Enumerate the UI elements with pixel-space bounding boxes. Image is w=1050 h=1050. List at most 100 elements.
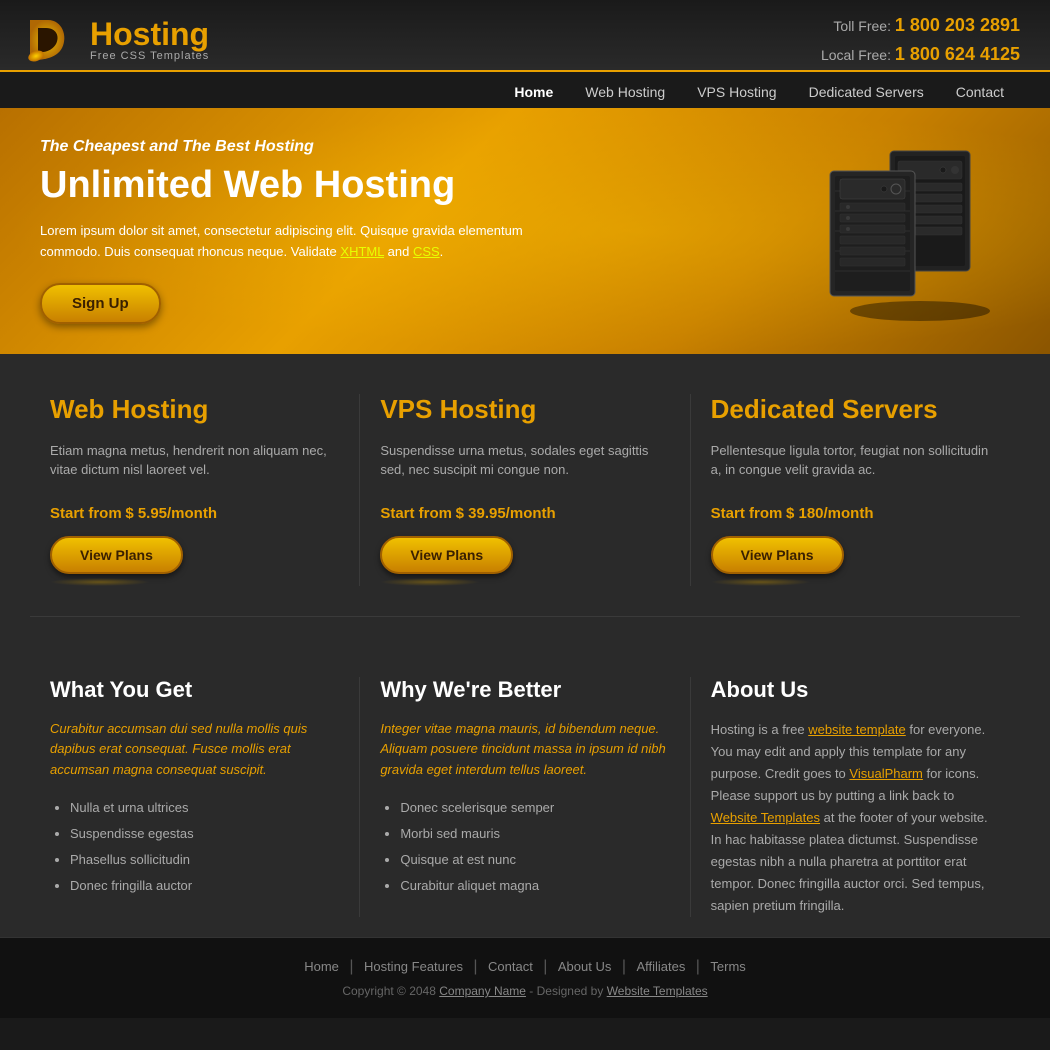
hero-desc-text: Lorem ipsum dolor sit amet, consectetur … <box>40 223 523 259</box>
toll-free-line: Toll Free: 1 800 203 2891 <box>821 11 1020 40</box>
website-templates-link[interactable]: Website Templates <box>711 810 820 825</box>
nav-vps-hosting[interactable]: VPS Hosting <box>681 76 792 108</box>
xhtml-link[interactable]: XHTML <box>340 244 384 259</box>
vps-hosting-plan: VPS Hosting Suspendisse urna metus, soda… <box>360 394 690 586</box>
vps-hosting-price-label: Start from <box>380 505 452 522</box>
button-reflection <box>50 578 150 586</box>
footer-link-contact[interactable]: Contact <box>488 959 533 974</box>
list-item: Nulla et urna ultrices <box>70 795 339 821</box>
about-us-section: About Us Hosting is a free website templ… <box>691 677 1020 918</box>
footer-link-affiliates[interactable]: Affiliates <box>636 959 685 974</box>
website-templates-footer-link[interactable]: Website Templates <box>607 984 708 998</box>
nav: Home Web Hosting VPS Hosting Dedicated S… <box>0 76 1050 108</box>
why-better-italic: Integer vitae magna mauris, id bibendum … <box>380 719 669 781</box>
nav-dedicated-servers[interactable]: Dedicated Servers <box>793 76 940 108</box>
dedicated-servers-price: Start from $ 180/month <box>711 505 1000 522</box>
vps-hosting-price-value: $ 39.95/month <box>456 505 556 522</box>
local-free-label: Local Free: <box>821 47 891 63</box>
list-item: Phasellus sollicitudin <box>70 847 339 873</box>
nav-web-hosting[interactable]: Web Hosting <box>569 76 681 108</box>
why-better-section: Why We're Better Integer vitae magna mau… <box>360 677 690 918</box>
list-item: Donec fringilla auctor <box>70 873 339 899</box>
vps-hosting-price: Start from $ 39.95/month <box>380 505 669 522</box>
why-better-list: Donec scelerisque semper Morbi sed mauri… <box>380 795 669 899</box>
about-us-title: About Us <box>711 677 1000 703</box>
and-text: and <box>388 244 410 259</box>
web-hosting-price-label: Start from <box>50 505 122 522</box>
web-hosting-plan: Web Hosting Etiam magna metus, hendrerit… <box>30 394 360 586</box>
dedicated-servers-price-label: Start from <box>711 505 783 522</box>
footer-separator: | <box>349 958 358 975</box>
what-you-get-section: What You Get Curabitur accumsan dui sed … <box>30 677 360 918</box>
about-text-1: Hosting is a free <box>711 722 809 737</box>
web-hosting-price: Start from $ 5.95/month <box>50 505 339 522</box>
footer-link-hosting-features[interactable]: Hosting Features <box>364 959 463 974</box>
hero-title: Unlimited Web Hosting <box>40 164 790 207</box>
footer-link-terms[interactable]: Terms <box>710 959 745 974</box>
nav-contact[interactable]: Contact <box>940 76 1020 108</box>
toll-free-number: 1 800 203 2891 <box>895 15 1020 35</box>
list-item: Quisque at est nunc <box>400 847 669 873</box>
main-content: Web Hosting Etiam magna metus, hendrerit… <box>0 354 1050 938</box>
logo-icon <box>20 10 80 70</box>
footer: Home | Hosting Features | Contact | Abou… <box>0 937 1050 1018</box>
list-item: Suspendisse egestas <box>70 821 339 847</box>
about-text-4: at the footer of your website. In hac ha… <box>711 810 988 913</box>
hero-content: The Cheapest and The Best Hosting Unlimi… <box>40 138 790 324</box>
logo-area: Hosting Free CSS Templates <box>20 10 209 70</box>
period: . <box>440 244 444 259</box>
info-sections: What You Get Curabitur accumsan dui sed … <box>30 657 1020 918</box>
web-hosting-view-plans-button[interactable]: View Plans <box>50 536 183 574</box>
logo-subtitle: Free CSS Templates <box>90 50 209 62</box>
footer-separator: | <box>622 958 631 975</box>
hero-description: Lorem ipsum dolor sit amet, consectetur … <box>40 221 540 263</box>
dedicated-servers-title: Dedicated Servers <box>711 394 1000 425</box>
company-name-link[interactable]: Company Name <box>439 984 526 998</box>
list-item: Morbi sed mauris <box>400 821 669 847</box>
website-template-link[interactable]: website template <box>808 722 906 737</box>
web-hosting-price-value: $ 5.95/month <box>125 505 217 522</box>
footer-link-home[interactable]: Home <box>304 959 339 974</box>
why-better-title: Why We're Better <box>380 677 669 703</box>
footer-links: Home | Hosting Features | Contact | Abou… <box>20 958 1030 976</box>
button-reflection <box>711 578 811 586</box>
local-free-line: Local Free: 1 800 624 4125 <box>821 40 1020 69</box>
vps-hosting-desc: Suspendisse urna metus, sodales eget sag… <box>380 441 669 491</box>
logo-title: Hosting <box>90 18 209 50</box>
footer-link-about-us[interactable]: About Us <box>558 959 611 974</box>
about-us-text: Hosting is a free website template for e… <box>711 719 1000 918</box>
nav-home[interactable]: Home <box>498 76 569 108</box>
hero-tagline: The Cheapest and The Best Hosting <box>40 138 790 156</box>
visualpharm-link[interactable]: VisualPharm <box>849 766 922 781</box>
plans-section: Web Hosting Etiam magna metus, hendrerit… <box>30 394 1020 617</box>
footer-separator: | <box>473 958 482 975</box>
vps-hosting-title: VPS Hosting <box>380 394 669 425</box>
dedicated-servers-view-plans-button[interactable]: View Plans <box>711 536 844 574</box>
server-image <box>790 141 1010 321</box>
button-reflection <box>380 578 480 586</box>
footer-separator: | <box>696 958 705 975</box>
local-free-number: 1 800 624 4125 <box>895 44 1020 64</box>
header: Hosting Free CSS Templates Toll Free: 1 … <box>0 0 1050 72</box>
web-hosting-desc: Etiam magna metus, hendrerit non aliquam… <box>50 441 339 491</box>
list-item: Donec scelerisque semper <box>400 795 669 821</box>
dedicated-servers-plan: Dedicated Servers Pellentesque ligula to… <box>691 394 1020 586</box>
what-you-get-list: Nulla et urna ultrices Suspendisse egest… <box>50 795 339 899</box>
copyright-text: Copyright © 2048 <box>342 984 436 998</box>
contact-info: Toll Free: 1 800 203 2891 Local Free: 1 … <box>821 11 1020 69</box>
dedicated-servers-desc: Pellentesque ligula tortor, feugiat non … <box>711 441 1000 491</box>
signup-button[interactable]: Sign Up <box>40 283 161 324</box>
web-hosting-title: Web Hosting <box>50 394 339 425</box>
designed-by-text: - Designed by <box>529 984 603 998</box>
dedicated-servers-price-value: $ 180/month <box>786 505 874 522</box>
what-you-get-title: What You Get <box>50 677 339 703</box>
logo-text-area: Hosting Free CSS Templates <box>90 18 209 62</box>
what-you-get-italic: Curabitur accumsan dui sed nulla mollis … <box>50 719 339 781</box>
toll-free-label: Toll Free: <box>833 18 891 34</box>
footer-separator: | <box>543 958 552 975</box>
hero-banner: The Cheapest and The Best Hosting Unlimi… <box>0 108 1050 354</box>
css-link[interactable]: CSS <box>413 244 440 259</box>
list-item: Curabitur aliquet magna <box>400 873 669 899</box>
vps-hosting-view-plans-button[interactable]: View Plans <box>380 536 513 574</box>
footer-copyright: Copyright © 2048 Company Name - Designed… <box>20 984 1030 998</box>
